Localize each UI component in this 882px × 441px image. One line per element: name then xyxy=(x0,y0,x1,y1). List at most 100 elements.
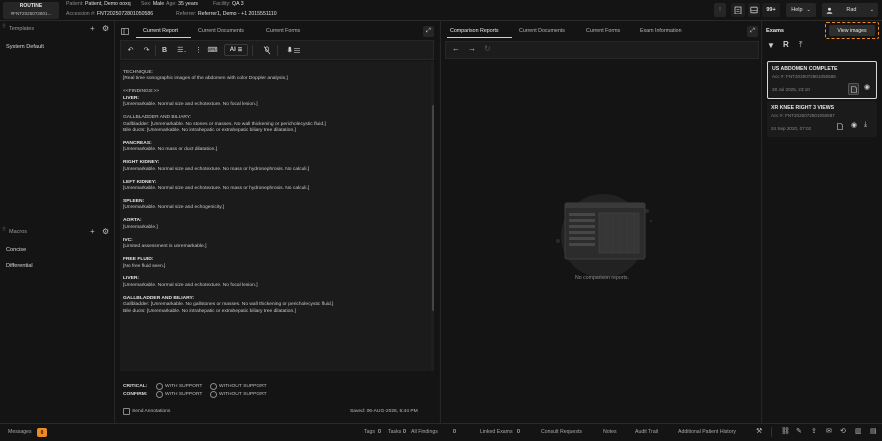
upload-icon[interactable]: ⤒ xyxy=(799,40,803,50)
refresh-icon[interactable]: ↻ xyxy=(484,44,491,53)
macro-item[interactable]: Differential xyxy=(6,263,33,269)
tab-current-forms[interactable]: Current Forms xyxy=(266,28,300,34)
report-line: [Unremarkable.] xyxy=(123,224,158,230)
gear-icon[interactable]: ⚙ xyxy=(102,227,109,236)
add-template-button[interactable]: + xyxy=(90,24,95,33)
edit-icon[interactable]: ✎ xyxy=(796,427,802,435)
user-menu[interactable]: Rad ⌄ xyxy=(822,3,878,17)
tasks-label[interactable]: Tasks xyxy=(388,429,401,435)
exams-panel: Exams View images ▼ R ⤒ US ABDOMEN COMPL… xyxy=(763,21,882,423)
empty-reports-icon xyxy=(556,194,653,278)
notes-tab[interactable]: Notes xyxy=(603,429,617,435)
worklist-button[interactable] xyxy=(731,3,745,17)
scrollbar-thumb[interactable] xyxy=(431,105,434,311)
chevron-down-icon: ⌄ xyxy=(806,7,811,13)
tags-label[interactable]: Tags xyxy=(364,429,375,435)
report-line: [Unremarkable. No mass or duct dilatatio… xyxy=(123,147,218,153)
share-icon[interactable]: ⇪ xyxy=(811,427,817,435)
report-line: [Real time sonographic images of the abd… xyxy=(123,76,288,82)
eye-icon[interactable]: ◉ xyxy=(864,83,870,91)
undo-icon[interactable]: ↶ xyxy=(125,44,136,56)
consult-requests-tab[interactable]: Consult Requests xyxy=(541,429,582,435)
comparison-panel: Comparison Reports Current Documents Cur… xyxy=(440,21,762,423)
referrer-value: Referrer1, Demo - +1 2015551110 xyxy=(197,11,277,17)
confirm-with-support-radio[interactable] xyxy=(156,391,163,398)
expand-button[interactable]: ⤢ xyxy=(747,26,758,37)
report-document-icon[interactable] xyxy=(848,83,859,95)
arrow-right-icon[interactable]: → xyxy=(468,44,476,53)
all-findings-count: 0 xyxy=(453,429,456,435)
sidebar-icon[interactable]: ▥ xyxy=(855,427,862,435)
report-scrollbar[interactable] xyxy=(431,61,434,371)
arrow-left-icon[interactable]: ← xyxy=(452,44,460,53)
template-item[interactable]: System Default xyxy=(6,44,44,50)
bold-icon[interactable]: B xyxy=(159,44,170,56)
sidebar-toggle-icon[interactable] xyxy=(120,27,130,36)
send-annotations-checkbox[interactable] xyxy=(123,408,130,415)
list-icon[interactable]: ☰ ⌄ xyxy=(175,44,189,56)
inbox-icon xyxy=(750,6,758,14)
report-line: [Limited assessment is unremarkable.] xyxy=(123,244,207,250)
empty-illustration xyxy=(551,191,655,281)
tab-comparison-documents[interactable]: Current Documents xyxy=(519,28,565,34)
tools-icon[interactable]: ⚒ xyxy=(756,427,762,435)
history-icon[interactable]: ⟲ xyxy=(840,427,846,435)
sex-value: Male xyxy=(152,1,165,7)
tab-comparison-forms[interactable]: Current Forms xyxy=(586,28,620,34)
report-line: Bile ducts: [Unremarkable. No intrahepat… xyxy=(123,308,296,314)
editor-toolbar: ↶ ↷ B ☰ ⌄ ⋮ ⌨ AI ☰ xyxy=(120,40,434,60)
link-icon[interactable]: ⛓ xyxy=(781,427,790,435)
view-images-highlight[interactable]: View images xyxy=(825,22,879,39)
expand-button[interactable]: ⤢ xyxy=(423,26,434,37)
tab-current-report[interactable]: Current Report xyxy=(143,28,178,34)
chat-icon[interactable]: ✉ xyxy=(826,427,832,435)
layout-icon[interactable]: ▤ xyxy=(870,427,877,435)
confirm-without-support-radio[interactable] xyxy=(210,391,217,398)
eye-icon[interactable]: ◉ xyxy=(851,121,857,129)
macro-item[interactable]: Concise xyxy=(6,247,26,253)
saved-status: Saved: 06-AUG-2026, 5:44 PM xyxy=(350,409,418,414)
linked-exams-label[interactable]: Linked Exams xyxy=(480,429,513,435)
user-icon xyxy=(826,7,833,14)
mic-off-icon[interactable] xyxy=(261,44,272,56)
tab-current-documents[interactable]: Current Documents xyxy=(198,28,244,34)
download-icon[interactable]: ⤓ xyxy=(864,121,867,129)
keyboard-icon[interactable]: ⌨ xyxy=(207,44,218,56)
additional-history-tab[interactable]: Additional Patient History xyxy=(678,429,736,435)
gear-icon[interactable]: ⚙ xyxy=(102,24,109,33)
more-format-icon[interactable]: ⋮ xyxy=(193,44,204,56)
messages-label[interactable]: Messages xyxy=(8,429,32,435)
routine-badge[interactable]: ROUTINE #FNT2025072801... xyxy=(3,2,59,19)
critical-with-support-radio[interactable] xyxy=(156,383,163,390)
audit-trail-tab[interactable]: Audit Trail xyxy=(635,429,658,435)
notifications-badge[interactable]: 99+ xyxy=(762,3,780,17)
drag-handle-icon[interactable]: ⠿ xyxy=(2,227,6,233)
dictation-button[interactable] xyxy=(285,44,303,56)
redo-icon[interactable]: ↷ xyxy=(141,44,152,56)
view-images-button[interactable]: View images xyxy=(829,25,875,36)
help-menu[interactable]: Help ⌄ xyxy=(786,3,816,17)
report-document[interactable]: TECHNIQUE: [Real time sonographic images … xyxy=(120,61,434,371)
report-line: <<FINDINGS:>> xyxy=(123,89,160,95)
expand-icon: ⤢ xyxy=(750,28,755,34)
critical-without-support-radio[interactable] xyxy=(210,383,217,390)
report-line: [Unremarkable. Normal size and echogenic… xyxy=(123,205,225,211)
report-r-icon[interactable]: R xyxy=(783,40,789,49)
exam-card[interactable]: US ABDOMEN COMPLETE Acc #: FNT2025072801… xyxy=(767,61,877,99)
ai-assist-button[interactable]: AI ☰ xyxy=(224,44,248,56)
more-options-button[interactable]: ⋮ xyxy=(714,3,726,17)
routine-accession: #FNT2025072801... xyxy=(10,11,52,16)
inbox-button[interactable] xyxy=(748,3,760,17)
drag-handle-icon[interactable]: ⠿ xyxy=(2,24,6,30)
templates-header: ⠿ Templates + ⚙ xyxy=(0,23,115,36)
filter-icon[interactable]: ▼ xyxy=(767,41,775,50)
tab-comparison-reports[interactable]: Comparison Reports xyxy=(450,28,499,34)
exam-card[interactable]: XR KNEE RIGHT 3 VIEWS Acc #: FNT20250728… xyxy=(767,101,877,137)
linked-exams-count: 0 xyxy=(517,429,520,435)
add-macro-button[interactable]: + xyxy=(90,227,95,236)
report-document-icon[interactable] xyxy=(837,123,843,130)
exam-accession: Acc #: FNT2025072801050587 xyxy=(771,113,835,118)
routine-label: ROUTINE xyxy=(19,3,43,9)
tab-exam-information[interactable]: Exam Information xyxy=(640,28,682,34)
all-findings-label[interactable]: All Findings xyxy=(411,429,438,435)
